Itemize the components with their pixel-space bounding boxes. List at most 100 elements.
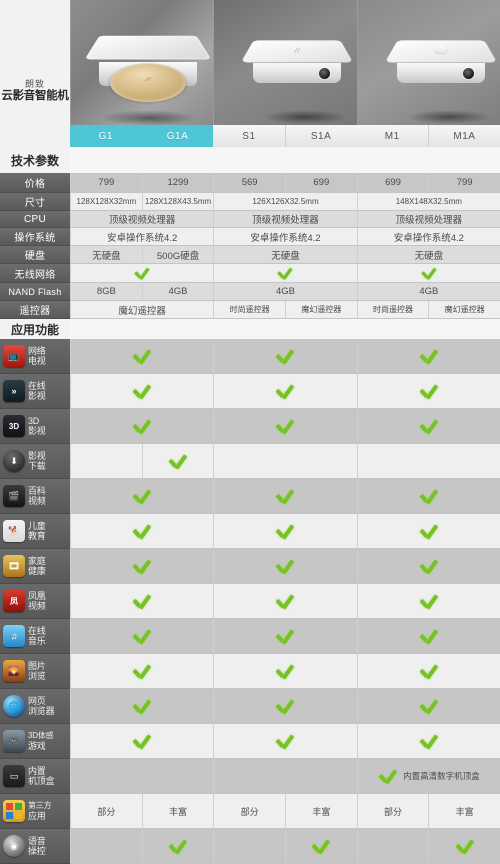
app-group-g [70, 444, 213, 479]
app-cell [213, 549, 356, 584]
spec-cell: 699 [357, 173, 429, 193]
device-top-face [241, 40, 354, 62]
device-render-m1 [392, 30, 490, 92]
app-cell [70, 584, 213, 619]
app-label: 🎮 3D体感 游戏 [0, 724, 70, 759]
spec-cell: 128X128X32mm [70, 193, 142, 211]
tab-g1a[interactable]: G1A [142, 125, 214, 147]
app-name: 在线 音乐 [28, 626, 46, 646]
app-cell [357, 514, 500, 549]
app-cell [142, 444, 214, 479]
check-icon [455, 838, 475, 854]
app-name-line1: 网络 [28, 346, 46, 356]
spec-cell: 魔幻遥控器 [428, 301, 500, 319]
app-row-online-video: » 在线 影视 [0, 374, 500, 409]
app-group-m [357, 514, 500, 549]
app-label: 🌐 网页 浏览器 [0, 689, 70, 724]
spec-group-s: 顶级视频处理器 [213, 211, 356, 228]
check-icon [132, 663, 152, 679]
app-name-line2: 应用 [28, 811, 51, 821]
spec-group-g: 顶级视频处理器 [70, 211, 213, 228]
app-group-s [213, 689, 356, 724]
app-cell [357, 409, 500, 444]
tab-s1a[interactable]: S1A [285, 125, 357, 147]
app-name-line1: 凤凰 [28, 591, 46, 601]
spec-label-size: 尺寸 [0, 193, 70, 211]
check-icon [419, 698, 439, 714]
spec-label-os: 操作系统 [0, 228, 70, 246]
app-group-g [70, 689, 213, 724]
kids-edu-icon: 🐕 [3, 520, 25, 542]
app-group-s [213, 409, 356, 444]
app-group-s [213, 549, 356, 584]
app-name: 儿童 教育 [28, 521, 46, 541]
spec-row-price: 价格 799 1299 569 699 699 799 [0, 173, 500, 193]
check-icon [275, 523, 295, 539]
app-group-g [70, 619, 213, 654]
check-icon [132, 698, 152, 714]
app-name-line2: 机顶盒 [28, 776, 54, 786]
check-icon [132, 348, 152, 364]
app-name-line2: 游戏 [28, 741, 53, 751]
app-group-m [357, 584, 500, 619]
app-cell [70, 409, 213, 444]
app-cell [213, 654, 356, 689]
app-cell [70, 374, 213, 409]
spec-cell: 799 [428, 173, 500, 193]
app-cell [357, 829, 429, 864]
spec-group-s: 时尚遥控器 魔幻遥控器 [213, 301, 356, 319]
tab-m1a[interactable]: M1A [428, 125, 500, 147]
app-name-line1: 网页 [28, 696, 54, 706]
app-group-m [357, 409, 500, 444]
app-cell [357, 689, 500, 724]
app-name-line1: 第三方 [28, 801, 51, 811]
spec-row-nand: NAND Flash 8GB 4GB 4GB 4GB [0, 283, 500, 301]
check-icon [419, 383, 439, 399]
spec-group-g: 8GB 4GB [70, 283, 213, 301]
app-label: 🎬 百科 视频 [0, 479, 70, 514]
app-name: 3D体感 游戏 [28, 731, 53, 751]
check-icon [419, 593, 439, 609]
app-group-g [70, 829, 213, 864]
app-name-line1: 家庭 [28, 556, 46, 566]
app-name-line1: 内置 [28, 766, 54, 776]
app-row-motion-game: 🎮 3D体感 游戏 [0, 724, 500, 759]
power-port-icon [463, 68, 474, 79]
app-name: 3D 影视 [28, 416, 46, 436]
app-cell [357, 444, 500, 479]
app-cell [70, 479, 213, 514]
app-group-g [70, 409, 213, 444]
app-label: 📺 网络 电视 [0, 339, 70, 374]
app-cell [213, 584, 356, 619]
app-row-encyclopedia: 🎬 百科 视频 [0, 479, 500, 514]
app-cell [70, 339, 213, 374]
spec-cell: 8GB [70, 283, 142, 301]
check-icon [275, 383, 295, 399]
app-name: 凤凰 视频 [28, 591, 46, 611]
spec-cell: 无硬盘 [70, 246, 142, 264]
app-group-s [213, 584, 356, 619]
app-group-s [213, 724, 356, 759]
network-tv-icon: 📺 [3, 345, 25, 367]
spec-group-g: 128X128X32mm 128X128X43.5mm [70, 193, 213, 211]
app-group-m [357, 339, 500, 374]
download-icon: ⬇ [3, 450, 25, 472]
tab-g1[interactable]: G1 [70, 125, 142, 147]
tab-m1[interactable]: M1 [357, 125, 428, 147]
app-name-line2: 浏览器 [28, 706, 54, 716]
app-cell [70, 549, 213, 584]
tab-s1[interactable]: S1 [213, 125, 284, 147]
spec-cell [357, 264, 500, 283]
spec-label-remote: 遥控器 [0, 301, 70, 319]
app-row-web-browser: 🌐 网页 浏览器 [0, 689, 500, 724]
app-cell [70, 759, 213, 794]
spec-cell: 569 [213, 173, 285, 193]
app-cell [213, 829, 285, 864]
app-cell [285, 829, 357, 864]
spec-cell: 148X148X32.5mm [357, 193, 500, 211]
spec-table: 价格 799 1299 569 699 699 799 尺寸 128X128X3… [0, 173, 500, 319]
spec-cell [213, 264, 356, 283]
app-cell [357, 724, 500, 759]
spec-group-m: 699 799 [357, 173, 500, 193]
product-image-s [213, 0, 356, 125]
